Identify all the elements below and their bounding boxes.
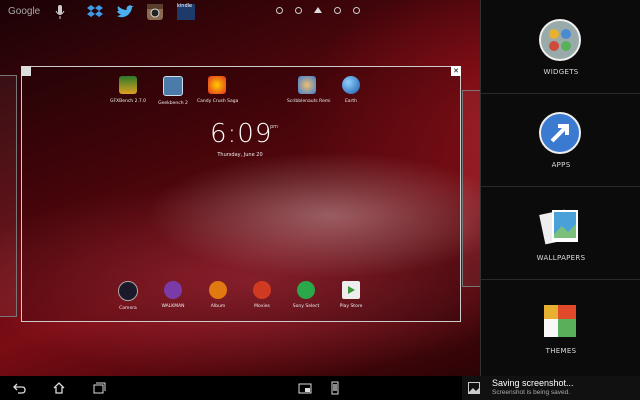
app-movies[interactable]: Movies <box>242 281 282 309</box>
app-camera[interactable]: Camera <box>108 281 148 311</box>
top-bar: Google kindle <box>0 0 480 24</box>
dropbox-icon[interactable] <box>85 3 105 21</box>
home-screen-edit-frame: ✕ <box>21 66 461 322</box>
microphone-icon[interactable] <box>50 3 70 21</box>
instagram-icon[interactable] <box>145 3 165 21</box>
movies-icon <box>253 281 271 299</box>
google-search-label[interactable]: Google <box>8 6 40 17</box>
phone-icon[interactable] <box>328 381 342 395</box>
image-icon <box>468 382 480 394</box>
widgets-icon <box>539 19 581 61</box>
screenshot-notification[interactable]: Saving screenshot... Screenshot is being… <box>462 376 640 400</box>
sony-select-icon <box>297 281 315 299</box>
close-icon[interactable]: ✕ <box>451 66 461 76</box>
app-earth[interactable]: Earth <box>331 76 371 104</box>
back-icon[interactable] <box>12 381 26 395</box>
resize-handle-icon[interactable] <box>21 66 31 76</box>
themes-icon <box>544 305 576 337</box>
app-candy-crush[interactable]: Candy Crush Saga <box>197 76 238 104</box>
wallpapers-icon <box>539 209 578 245</box>
twitter-icon[interactable] <box>115 3 135 21</box>
apps-icon <box>539 112 581 154</box>
customize-side-panel: WIDGETS APPS WALLPAPERS THEMES <box>480 0 640 376</box>
camera-icon <box>118 281 138 301</box>
walkman-icon <box>164 281 182 299</box>
side-panel-widgets[interactable]: WIDGETS <box>481 0 640 94</box>
play-store-icon <box>342 281 360 299</box>
recent-apps-icon[interactable] <box>92 381 106 395</box>
page-dot[interactable] <box>276 7 283 14</box>
small-apps-icon[interactable] <box>298 381 312 395</box>
side-panel-themes[interactable]: THEMES <box>481 279 640 372</box>
album-icon <box>209 281 227 299</box>
geekbench-icon <box>163 76 183 96</box>
clock-date: Thursday, June 20 <box>217 152 263 158</box>
page-dot[interactable] <box>334 7 341 14</box>
app-play-store[interactable]: Play Store <box>331 281 371 309</box>
app-sony-select[interactable]: Sony Select <box>286 281 326 309</box>
candy-crush-icon <box>208 76 226 94</box>
kindle-icon[interactable]: kindle <box>175 3 197 21</box>
gfxbench-icon <box>119 76 137 94</box>
side-panel-apps[interactable]: APPS <box>481 93 640 187</box>
page-dot[interactable] <box>353 7 360 14</box>
app-walkman[interactable]: WALKMAN <box>153 281 193 309</box>
clock-ampm: pm <box>270 124 279 130</box>
app-scribblenauts[interactable]: Scribblenauts Remi <box>287 76 331 104</box>
app-album[interactable]: Album <box>198 281 238 309</box>
notification-title: Saving screenshot... <box>492 378 574 388</box>
page-dot[interactable] <box>295 7 302 14</box>
scribblenauts-icon <box>298 76 316 94</box>
notification-subtitle: Screenshot is being saved. <box>492 389 571 396</box>
clock-time[interactable]: 6:09 <box>210 119 272 149</box>
home-page-icon[interactable] <box>314 7 322 13</box>
side-panel-wallpapers[interactable]: WALLPAPERS <box>481 186 640 280</box>
previous-page-preview[interactable] <box>0 75 17 317</box>
next-page-preview[interactable] <box>462 90 481 287</box>
app-gfxbench[interactable]: GFXBench 2.7.0 <box>108 76 148 104</box>
page-indicator <box>276 7 360 14</box>
app-geekbench[interactable]: Geekbench 2 <box>153 76 193 106</box>
home-icon[interactable] <box>52 381 66 395</box>
earth-icon <box>342 76 360 94</box>
